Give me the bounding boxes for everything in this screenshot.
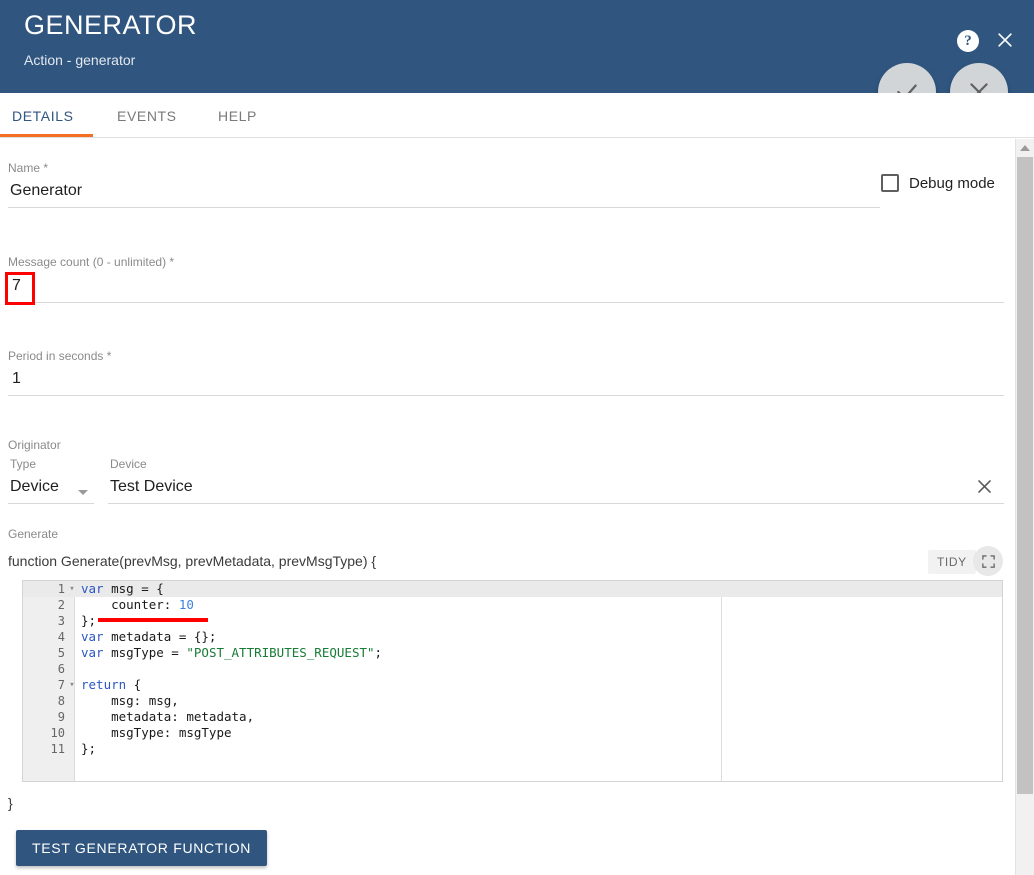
tab-help-label: HELP	[218, 107, 257, 124]
code-editor[interactable]: 1 ▾ var msg = {2 counter: 10 3}; 4 var metada…	[22, 580, 1003, 782]
dialog-header: GENERATOR Action - generator ?	[0, 0, 1034, 93]
period-label: Period in seconds *	[8, 349, 112, 363]
originator-type-value[interactable]: Device	[10, 478, 59, 496]
line-number: 10	[50, 726, 65, 740]
help-icon[interactable]: ?	[957, 30, 979, 52]
line-number: 4	[57, 630, 65, 644]
originator-device-underline	[108, 503, 1004, 504]
code-line-2[interactable]: 2 counter: 10	[23, 597, 1002, 613]
line-number: 6	[57, 662, 65, 676]
chevron-down-icon[interactable]	[78, 490, 88, 495]
chevron-up-icon[interactable]	[1016, 139, 1034, 156]
code-text: return {	[81, 677, 142, 692]
code-line-4[interactable]: 4 var metadata = {};	[23, 629, 1002, 645]
code-text: var msgType = "POST_ATTRIBUTES_REQUEST";	[81, 645, 383, 660]
tab-bar: DETAILS EVENTS HELP	[0, 93, 1034, 138]
line-number: 3	[57, 614, 65, 628]
code-text: msg: msg,	[81, 693, 179, 708]
code-text: metadata: metadata,	[81, 709, 255, 724]
fullscreen-icon[interactable]	[973, 546, 1003, 576]
close-icon[interactable]	[992, 27, 1018, 53]
function-signature: function Generate(prevMsg, prevMetadata,…	[8, 553, 377, 569]
tab-events[interactable]: EVENTS	[117, 93, 177, 138]
line-number: 2	[57, 598, 65, 612]
name-value[interactable]: Generator	[10, 182, 82, 200]
tidy-button[interactable]: TIDY	[928, 550, 976, 574]
function-closing-brace: }	[8, 795, 13, 811]
name-label: Name *	[8, 161, 49, 175]
debug-mode-label: Debug mode	[909, 174, 995, 192]
code-line-9[interactable]: 9 metadata: metadata,	[23, 709, 1002, 725]
line-number: 8	[57, 694, 65, 708]
code-text: counter: 10	[81, 597, 194, 612]
code-text: msgType: msgType	[81, 725, 232, 740]
code-line-5[interactable]: 5 var msgType = "POST_ATTRIBUTES_REQUEST"…	[23, 645, 1002, 661]
line-number: 5	[57, 646, 65, 660]
code-text: var metadata = {};	[81, 629, 217, 644]
period-value[interactable]: 1	[12, 370, 21, 388]
clear-device-icon[interactable]	[972, 474, 996, 498]
code-line-8[interactable]: 8 msg: msg,	[23, 693, 1002, 709]
line-number: 11	[50, 742, 65, 756]
period-underline	[8, 395, 1004, 396]
code-line-3[interactable]: 3};	[23, 613, 1002, 629]
scrollbar-thumb[interactable]	[1017, 157, 1033, 794]
originator-type-underline	[8, 503, 94, 504]
message-count-value[interactable]: 7	[12, 277, 21, 295]
code-line-list[interactable]: 1 ▾ var msg = {2 counter: 10 3}; 4 var metada…	[23, 581, 1002, 757]
line-number: 7	[57, 678, 65, 692]
vertical-scrollbar[interactable]	[1015, 139, 1034, 875]
tab-help[interactable]: HELP	[218, 93, 257, 138]
tab-details-label: DETAILS	[12, 107, 74, 124]
generator-dialog: GENERATOR Action - generator ? DETAILS E…	[0, 0, 1034, 875]
line-number: 9	[57, 710, 65, 724]
tab-active-indicator	[0, 134, 93, 137]
code-text: };	[81, 613, 97, 628]
code-line-6[interactable]: 6	[23, 661, 1002, 677]
test-generator-function-button[interactable]: TEST GENERATOR FUNCTION	[16, 830, 268, 866]
originator-device-value[interactable]: Test Device	[110, 478, 193, 496]
code-line-7[interactable]: 7 ▾ return {	[23, 677, 1002, 693]
message-count-label: Message count (0 - unlimited) *	[8, 255, 175, 269]
fold-toggle-icon[interactable]: ▾	[67, 581, 77, 597]
originator-type-label: Type	[10, 457, 37, 471]
originator-device-label: Device	[110, 457, 147, 471]
name-field-underline	[8, 207, 880, 208]
tab-events-label: EVENTS	[117, 107, 177, 124]
code-text: };	[81, 741, 97, 756]
message-count-underline	[8, 302, 1004, 303]
code-text: var msg = {	[81, 581, 164, 596]
checkbox-icon[interactable]	[881, 174, 899, 192]
page-subtitle: Action - generator	[24, 52, 136, 68]
generate-section-label: Generate	[8, 527, 59, 541]
tab-details[interactable]: DETAILS	[12, 93, 74, 138]
code-line-10[interactable]: 10 msgType: msgType	[23, 725, 1002, 741]
originator-group-label: Originator	[8, 438, 61, 452]
line-number: 1	[57, 582, 65, 596]
fold-toggle-icon[interactable]: ▾	[67, 677, 77, 693]
code-line-11[interactable]: 11};	[23, 741, 1002, 757]
code-line-1[interactable]: 1 ▾ var msg = {	[23, 581, 1002, 597]
debug-mode-checkbox[interactable]: Debug mode	[881, 174, 995, 192]
page-title: GENERATOR	[24, 10, 198, 40]
